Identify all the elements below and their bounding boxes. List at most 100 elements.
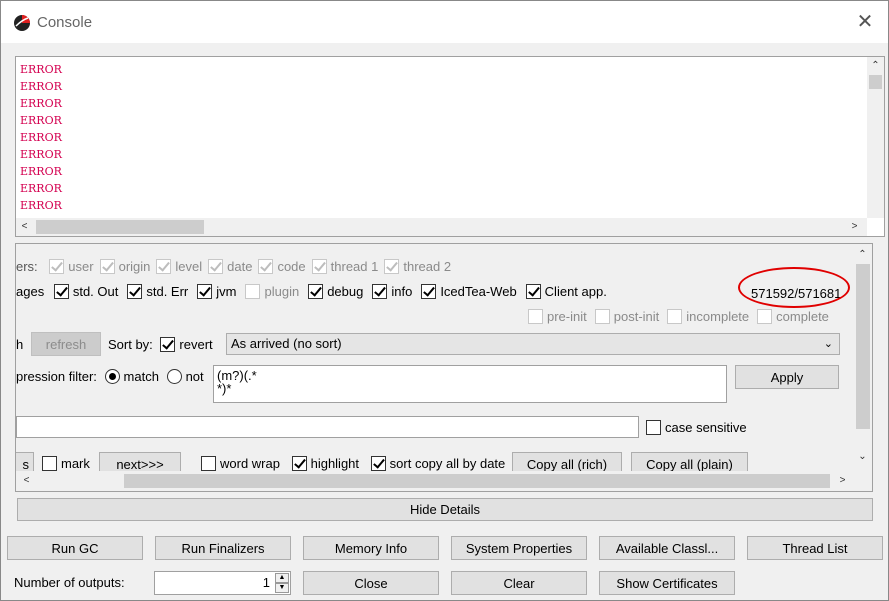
headers-label: ers: bbox=[16, 259, 38, 274]
log-line: ERROR bbox=[20, 63, 62, 76]
message-filter-icedtea-web: IcedTea-Web bbox=[421, 284, 517, 299]
message-filter-label: plugin bbox=[264, 284, 300, 299]
scroll-thumb[interactable] bbox=[856, 264, 870, 429]
match-label: match bbox=[123, 369, 159, 384]
message-filter-std-out: std. Out bbox=[53, 284, 119, 299]
message-filter-label: std. Out bbox=[72, 284, 119, 299]
details-horizontal-scrollbar[interactable]: < > bbox=[16, 471, 854, 491]
scroll-left-icon[interactable]: < bbox=[18, 472, 35, 489]
message-filter-label: jvm bbox=[216, 284, 237, 299]
run-finalizers-button[interactable]: Run Finalizers bbox=[155, 536, 291, 560]
scroll-up-icon[interactable]: ⌃ bbox=[867, 57, 884, 74]
message-filter-debug: debug bbox=[308, 284, 363, 299]
run-gc-button[interactable]: Run GC bbox=[7, 536, 143, 560]
not-radio[interactable] bbox=[166, 369, 182, 384]
highlight-checkbox[interactable] bbox=[291, 456, 307, 471]
state-filter-label: post-init bbox=[613, 309, 660, 324]
close-button[interactable]: Close bbox=[303, 571, 439, 595]
not-label: not bbox=[185, 369, 204, 384]
scroll-right-icon[interactable]: > bbox=[846, 218, 863, 235]
message-filter-checkbox[interactable] bbox=[197, 284, 213, 299]
state-filter-checkbox[interactable] bbox=[757, 309, 773, 324]
refresh-button[interactable]: refresh bbox=[31, 332, 101, 356]
log-line: ERROR bbox=[20, 131, 62, 144]
header-filter-label: code bbox=[277, 259, 306, 274]
scroll-down-icon[interactable]: ⌄ bbox=[854, 448, 871, 465]
scroll-right-icon[interactable]: > bbox=[834, 472, 851, 489]
scroll-up-icon[interactable]: ⌃ bbox=[854, 246, 871, 263]
log-line: ERROR bbox=[20, 199, 62, 212]
scroll-left-icon[interactable]: < bbox=[16, 218, 33, 235]
title-bar: Console ✕ bbox=[1, 1, 888, 43]
details-vertical-scrollbar[interactable]: ⌃ ⌄ bbox=[854, 244, 872, 471]
outputs-label: Number of outputs: bbox=[14, 575, 125, 590]
message-filter-checkbox[interactable] bbox=[308, 284, 324, 299]
header-filter-checkbox[interactable] bbox=[384, 259, 400, 274]
regex-row: pression filter: match not bbox=[16, 369, 204, 384]
case-sensitive-checkbox[interactable] bbox=[646, 420, 661, 435]
clear-button[interactable]: Clear bbox=[451, 571, 587, 595]
search-input[interactable] bbox=[16, 416, 639, 438]
header-filter-checkbox[interactable] bbox=[49, 259, 65, 274]
header-filter-checkbox[interactable] bbox=[258, 259, 274, 274]
state-filter-checkbox[interactable] bbox=[528, 309, 543, 324]
thread-list-button[interactable]: Thread List bbox=[747, 536, 883, 560]
log-output-area[interactable]: ERROR ERROR ERROR ERROR ERROR ERROR ERROR ERROR… bbox=[15, 56, 885, 237]
outputs-spinner[interactable]: 1 ▲ ▼ bbox=[154, 571, 291, 595]
sort-copy-label: sort copy all by date bbox=[389, 456, 506, 471]
system-properties-button[interactable]: System Properties bbox=[451, 536, 587, 560]
message-filter-plugin: plugin bbox=[245, 284, 299, 299]
log-horizontal-scrollbar[interactable]: < bbox=[16, 218, 867, 236]
revert-checkbox[interactable] bbox=[160, 337, 176, 352]
message-filter-std-err: std. Err bbox=[127, 284, 188, 299]
memory-info-button[interactable]: Memory Info bbox=[303, 536, 439, 560]
outputs-value: 1 bbox=[262, 575, 270, 590]
sort-by-group: Sort by: revert bbox=[108, 337, 213, 352]
header-filter-level: level bbox=[156, 259, 202, 274]
spinner-down-icon[interactable]: ▼ bbox=[275, 583, 289, 593]
log-line: ERROR bbox=[20, 97, 62, 110]
available-classes-button[interactable]: Available Classl... bbox=[599, 536, 735, 560]
word-wrap-checkbox[interactable] bbox=[201, 456, 216, 471]
scroll-thumb[interactable] bbox=[124, 474, 830, 488]
header-filter-thread-1: thread 1 bbox=[311, 259, 378, 274]
spinner-up-icon[interactable]: ▲ bbox=[275, 573, 289, 583]
header-filter-code: code bbox=[258, 259, 306, 274]
message-filter-checkbox[interactable] bbox=[525, 284, 541, 299]
state-filter-checkbox[interactable] bbox=[594, 309, 610, 324]
header-filter-checkbox[interactable] bbox=[156, 259, 172, 274]
message-filter-checkbox[interactable] bbox=[127, 284, 143, 299]
header-filter-checkbox[interactable] bbox=[99, 259, 115, 274]
annotation-circle bbox=[738, 267, 850, 308]
mark-checkbox[interactable] bbox=[42, 456, 57, 471]
sort-select[interactable]: As arrived (no sort) ⌄ bbox=[226, 333, 840, 355]
header-filter-checkbox[interactable] bbox=[208, 259, 224, 274]
apply-button[interactable]: Apply bbox=[735, 365, 839, 389]
message-filter-checkbox[interactable] bbox=[245, 284, 261, 299]
sort-copy-checkbox[interactable] bbox=[370, 456, 386, 471]
case-sensitive-group: case sensitive bbox=[646, 420, 747, 435]
messages-label: ages bbox=[16, 284, 45, 299]
log-line: ERROR bbox=[20, 148, 62, 161]
case-sensitive-label: case sensitive bbox=[665, 420, 747, 435]
window-title: Console bbox=[37, 14, 93, 31]
log-vertical-scrollbar[interactable]: ⌃ bbox=[867, 57, 884, 218]
scroll-thumb[interactable] bbox=[869, 75, 882, 89]
state-filter-pre-init: pre-init bbox=[528, 309, 587, 324]
regex-input[interactable]: (m?)(.* *)* bbox=[213, 365, 727, 403]
close-window-icon[interactable]: ✕ bbox=[852, 9, 878, 35]
header-filter-checkbox[interactable] bbox=[311, 259, 327, 274]
message-filter-checkbox[interactable] bbox=[372, 284, 388, 299]
message-filter-label: debug bbox=[327, 284, 364, 299]
state-filter-post-init: post-init bbox=[594, 309, 660, 324]
message-filter-checkbox[interactable] bbox=[53, 284, 69, 299]
state-filter-checkbox[interactable] bbox=[667, 309, 683, 324]
hide-details-button[interactable]: Hide Details bbox=[17, 498, 873, 521]
header-filter-origin: origin bbox=[99, 259, 150, 274]
match-radio[interactable] bbox=[104, 369, 120, 384]
state-filter-complete: complete bbox=[757, 309, 829, 324]
show-certificates-button[interactable]: Show Certificates bbox=[599, 571, 735, 595]
scroll-thumb[interactable] bbox=[36, 220, 204, 234]
message-filter-checkbox[interactable] bbox=[421, 284, 437, 299]
log-line: ERROR bbox=[20, 114, 62, 127]
